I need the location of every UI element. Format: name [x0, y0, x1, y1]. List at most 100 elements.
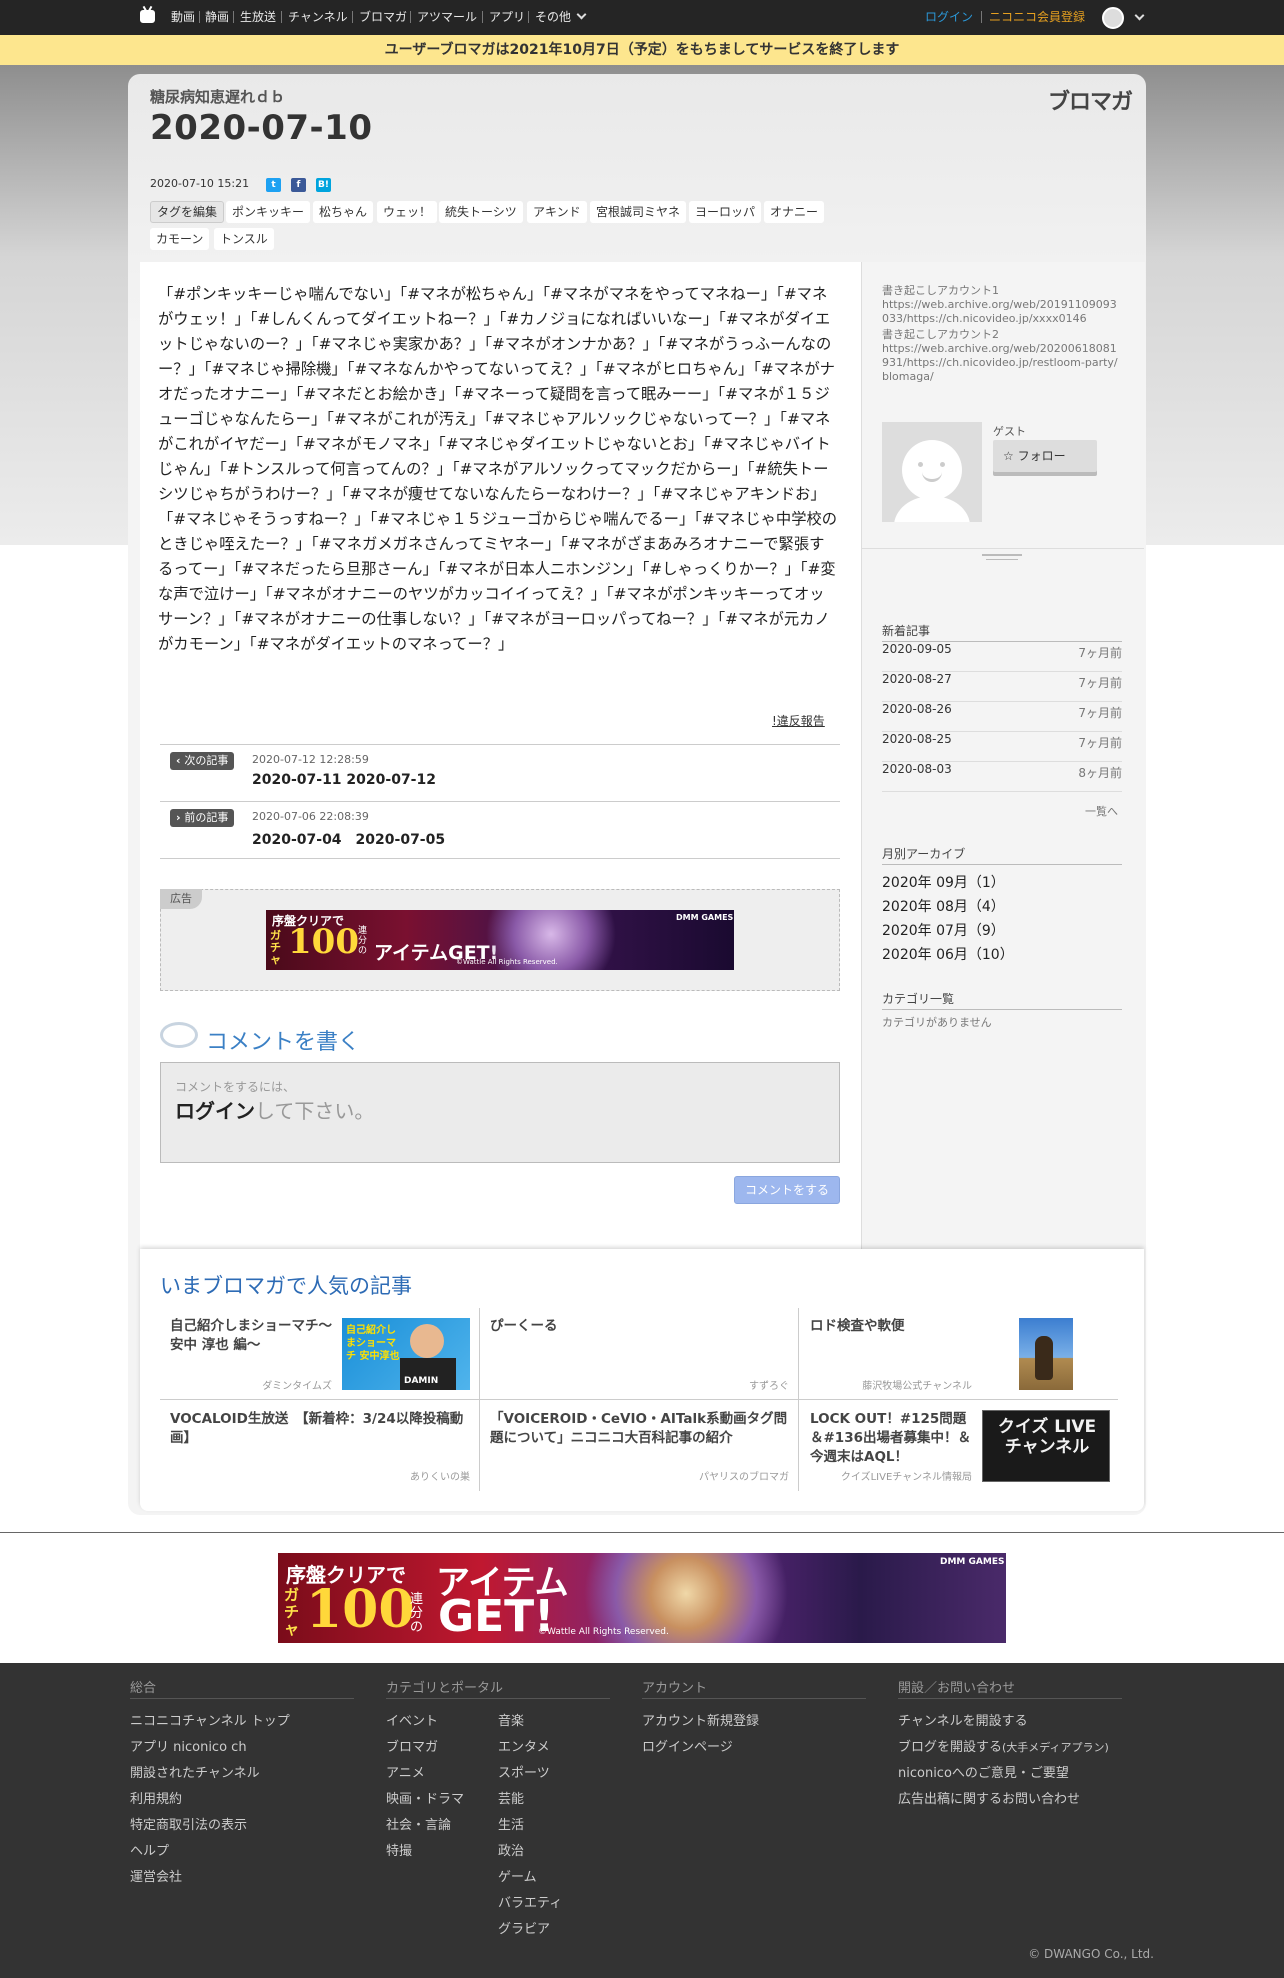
footer-link[interactable]: イベント	[386, 1710, 438, 1729]
nav-divider	[528, 11, 529, 23]
nav-seiga[interactable]: 静画	[205, 10, 229, 24]
next-article-title[interactable]: 2020-07-11 2020-07-12	[252, 772, 436, 788]
popular-item-thumbnail[interactable]: 自己紹介しまショーマチ 安中淳也 DAMIN	[342, 1318, 470, 1390]
footer-link[interactable]: 生活	[498, 1814, 524, 1833]
nav-channel[interactable]: チャンネル	[288, 10, 348, 24]
popular-item-title[interactable]: VOCALOID生放送 【新着枠：3/24以降投稿動画】	[170, 1410, 470, 1448]
user-avatar-icon[interactable]	[1102, 7, 1124, 29]
tag-item[interactable]: ヨーロッパ	[689, 201, 762, 223]
nav-live[interactable]: 生放送	[240, 10, 276, 24]
popular-item-title[interactable]: ぴーくーる	[490, 1317, 780, 1336]
footer-link[interactable]: アカウント新規登録	[642, 1710, 759, 1729]
chevron-down-icon	[576, 9, 587, 20]
footer-link[interactable]: ブロマガ	[386, 1736, 438, 1755]
new-post-row[interactable]: 2020-09-05 7ヶ月前	[882, 642, 1122, 672]
footer-link[interactable]: 特撮	[386, 1840, 412, 1859]
comment-login-prompt: ログインして下さい。	[175, 1095, 374, 1124]
blog-owner-name[interactable]: 糖尿病知恵遅れｄｂ	[150, 86, 285, 107]
register-link[interactable]: ニコニコ会員登録	[989, 10, 1085, 24]
tag-item[interactable]: カモーン	[150, 228, 210, 250]
tag-item[interactable]: 松ちゃん	[313, 201, 374, 223]
footer-link[interactable]: グラビア	[498, 1918, 550, 1937]
comment-login-link[interactable]: ログイン	[175, 1099, 255, 1123]
tag-item[interactable]: 統失トーシツ	[439, 201, 523, 223]
footer-link[interactable]: 運営会社	[130, 1866, 182, 1885]
avatar-eye	[918, 462, 923, 467]
footer-link[interactable]: niconicoへのご意見・ご要望	[898, 1762, 1069, 1781]
collapse-handle-icon[interactable]	[982, 554, 1022, 556]
facebook-share-icon[interactable]: f	[291, 178, 306, 192]
new-post-row[interactable]: 2020-08-03 8ヶ月前	[882, 762, 1122, 792]
popular-item-title[interactable]: ロド検査や軟便	[810, 1317, 990, 1336]
ad-get-text: GET!	[438, 1591, 555, 1642]
footer-link[interactable]: アプリ niconico ch	[130, 1736, 247, 1755]
archive-link[interactable]: 2020年 07月（9）	[882, 920, 1005, 940]
footer-link-label: ブログを開設する	[898, 1740, 1003, 1755]
tag-item[interactable]: アキンド	[527, 201, 587, 223]
archive-link[interactable]: 2020年 09月（1）	[882, 872, 1005, 892]
archive-link[interactable]: 2020年 08月（4）	[882, 896, 1005, 916]
account-url[interactable]: https://web.archive.org/web/201911090930…	[882, 298, 1122, 326]
footer-link[interactable]: ヘルプ	[130, 1840, 169, 1859]
popular-item-thumbnail[interactable]: クイズ LIVE チャンネル	[982, 1410, 1110, 1482]
blomaga-logo[interactable]: ブロマガ	[1048, 84, 1133, 116]
report-link[interactable]: !違反報告	[772, 712, 825, 729]
ad-banner-small[interactable]: 序盤クリアで ガチャ 100 連分の アイテムGET! DMM GAMES ©W…	[266, 910, 734, 970]
footer-link[interactable]: 映画・ドラマ	[386, 1788, 464, 1807]
footer-link[interactable]: 社会・言論	[386, 1814, 451, 1833]
footer-link[interactable]: 芸能	[498, 1788, 524, 1807]
popular-item-thumbnail[interactable]	[1019, 1318, 1073, 1390]
footer-link[interactable]: 政治	[498, 1840, 524, 1859]
nav-blomaga[interactable]: ブロマガ	[359, 10, 407, 24]
tag-item[interactable]: ポンキッキー	[226, 201, 311, 223]
footer-link[interactable]: 利用規約	[130, 1788, 182, 1807]
next-article-badge[interactable]: ‹ 次の記事	[170, 752, 235, 770]
popular-item-source: 藤沢牧場公式チャンネル	[862, 1381, 972, 1392]
comment-submit-button[interactable]: コメントをする	[734, 1176, 840, 1204]
prev-article-badge[interactable]: › 前の記事	[170, 809, 235, 827]
chevron-down-icon[interactable]	[1134, 10, 1145, 21]
nav-atsumaru[interactable]: アツマール	[417, 10, 477, 24]
all-posts-link[interactable]: 一覧へ	[1085, 803, 1118, 819]
archive-link[interactable]: 2020年 06月（10）	[882, 944, 1014, 964]
follow-button[interactable]: ☆ フォロー	[993, 440, 1097, 472]
tag-item[interactable]: トンスル	[214, 228, 274, 250]
nav-video[interactable]: 動画	[171, 10, 195, 24]
footer-link[interactable]: スポーツ	[498, 1762, 550, 1781]
footer-link[interactable]: チャンネルを開設する	[898, 1710, 1028, 1729]
footer-link[interactable]: ゲーム	[498, 1866, 537, 1885]
new-post-row[interactable]: 2020-08-25 7ヶ月前	[882, 732, 1122, 762]
divider	[386, 1698, 610, 1699]
tag-item[interactable]: ウェッ！	[377, 201, 438, 223]
popular-item-title[interactable]: 自己紹介しまショーマチ〜安中 淳也 編〜	[170, 1317, 335, 1355]
nav-app[interactable]: アプリ	[489, 10, 525, 24]
footer-link[interactable]: アニメ	[386, 1762, 425, 1781]
footer-link[interactable]: ブログを開設する(大手メディアプラン)	[898, 1736, 1109, 1755]
footer-link[interactable]: ニコニコチャンネル トップ	[130, 1710, 290, 1729]
footer-link[interactable]: エンタメ	[498, 1736, 550, 1755]
hatena-bookmark-icon[interactable]: B!	[316, 178, 331, 192]
tag-item[interactable]: 宮根誠司ミヤネ	[590, 201, 687, 223]
footer-link[interactable]: 開設されたチャンネル	[130, 1762, 260, 1781]
prev-article-title[interactable]: 2020-07-04 2020-07-05	[252, 829, 445, 849]
ad-banner-large[interactable]: 序盤クリアで ガチャ 100 連分の アイテム GET! DMM GAMES ©…	[278, 1553, 1006, 1643]
account-url[interactable]: https://web.archive.org/web/202006180819…	[882, 342, 1122, 384]
popular-item-title[interactable]: 「VOICEROID・CeVIO・AITalk系動画タグ問題について」ニコニコ大…	[490, 1410, 790, 1448]
service-end-notice: ユーザーブロマガは2021年10月7日（予定）をもちましてサービスを終了します	[0, 35, 1284, 65]
niconico-logo-icon[interactable]	[140, 10, 155, 23]
twitter-share-icon[interactable]: t	[266, 178, 281, 192]
tag-edit-button[interactable]: タグを編集	[150, 201, 225, 223]
login-link[interactable]: ログイン	[925, 10, 973, 24]
tag-item[interactable]: オナニー	[764, 201, 825, 223]
nav-more[interactable]: その他	[535, 9, 587, 24]
footer-link[interactable]: 特定商取引法の表示	[130, 1814, 247, 1833]
new-post-row[interactable]: 2020-08-26 7ヶ月前	[882, 702, 1122, 732]
footer-link[interactable]: バラエティ	[498, 1892, 562, 1911]
ad-copyright: ©Wattle All Rights Reserved.	[538, 1627, 669, 1637]
footer-link[interactable]: ログインページ	[642, 1736, 733, 1755]
new-post-row[interactable]: 2020-08-27 7ヶ月前	[882, 672, 1122, 702]
footer-link[interactable]: 音楽	[498, 1710, 524, 1729]
footer-link[interactable]: 広告出稿に関するお問い合わせ	[898, 1788, 1080, 1807]
avatar	[882, 422, 982, 522]
popular-item-title[interactable]: LOCK OUT！#125問題＆#136出場者募集中！＆今週末はAQL！	[810, 1410, 975, 1467]
